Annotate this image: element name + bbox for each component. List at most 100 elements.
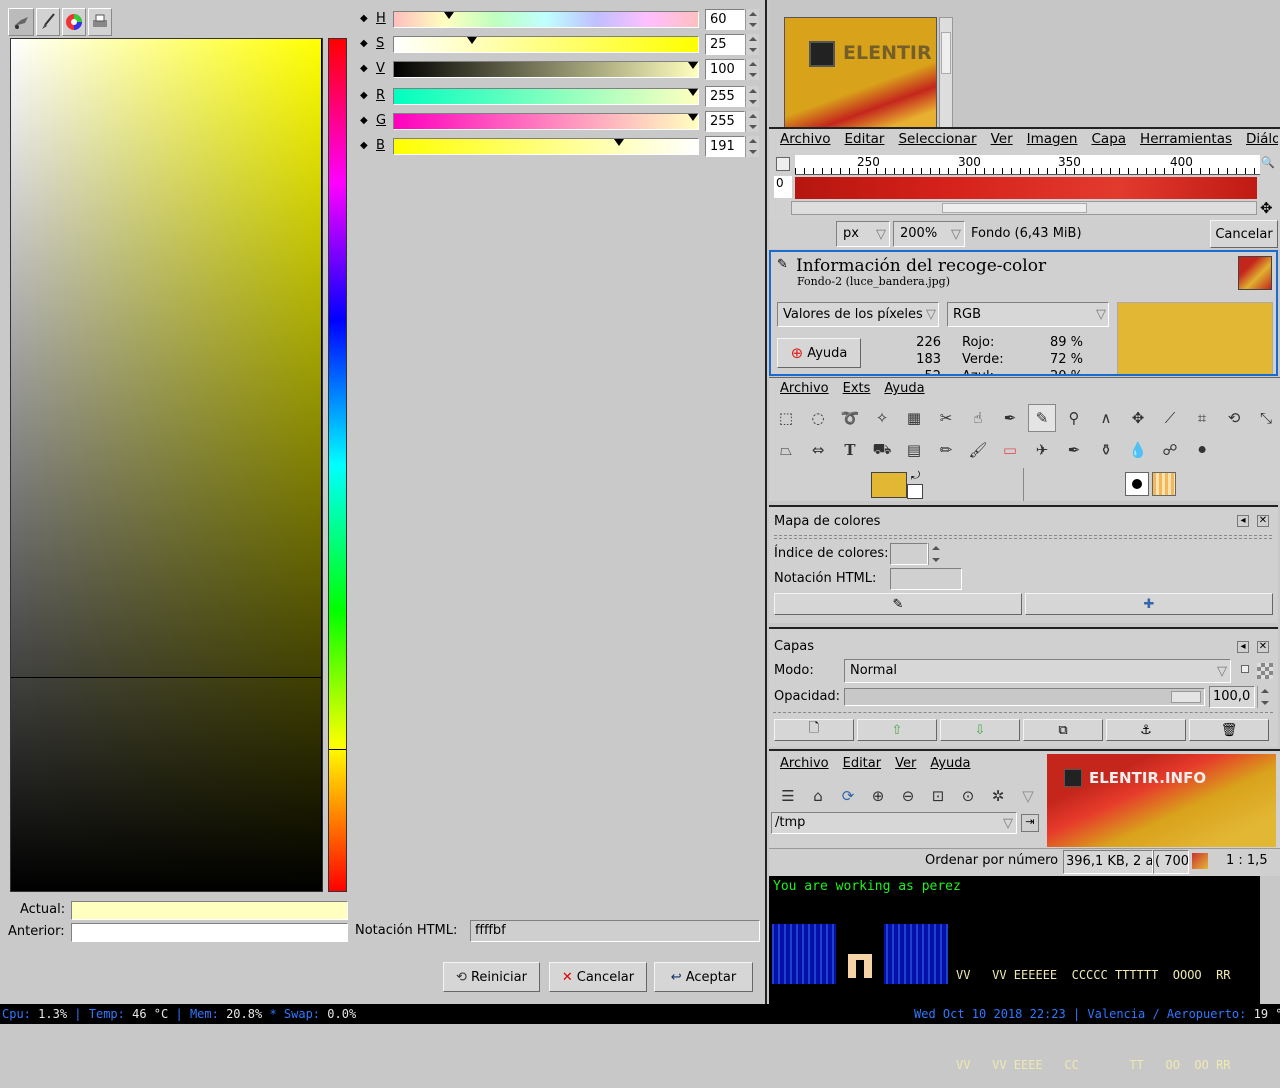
- slider-spin-b[interactable]: [745, 136, 759, 157]
- dodge-burn-icon[interactable]: ⚫: [1188, 436, 1216, 464]
- rect-select-icon[interactable]: ⬚: [772, 404, 800, 432]
- menu-imagen[interactable]: Imagen: [1027, 131, 1078, 147]
- magnify-icon[interactable]: ⚲: [1060, 404, 1088, 432]
- panel-menu-icon[interactable]: ◂: [1237, 515, 1249, 527]
- image-canvas[interactable]: [795, 177, 1257, 199]
- move-icon[interactable]: ✥: [1124, 404, 1152, 432]
- slider-track-b[interactable]: [393, 138, 699, 155]
- new-layer-button[interactable]: 🗋: [774, 719, 854, 741]
- image-thumbnail[interactable]: ELENTIR: [784, 17, 937, 128]
- zoom-in-icon[interactable]: ⊕: [864, 782, 892, 810]
- gradient-icon[interactable]: ▤: [900, 436, 928, 464]
- terminal-scrollbar[interactable]: [1260, 876, 1280, 1004]
- airbrush-icon[interactable]: ✈: [1028, 436, 1056, 464]
- text-icon[interactable]: T: [836, 436, 864, 464]
- slider-spin-g[interactable]: [745, 111, 759, 132]
- layers-mode-select[interactable]: Normal ▽: [844, 659, 1231, 683]
- lasso-icon[interactable]: ➰: [836, 404, 864, 432]
- thumbnail-scrollbar[interactable]: [939, 17, 953, 128]
- slider-track-h[interactable]: [393, 11, 699, 28]
- dropdown-icon[interactable]: ▽: [1014, 782, 1042, 810]
- colormap-index-input[interactable]: [890, 543, 928, 565]
- anterior-swatch[interactable]: [71, 923, 348, 942]
- color-wheel-icon[interactable]: [62, 8, 86, 36]
- browser-path-input[interactable]: /tmp ▽: [771, 812, 1017, 834]
- pattern-preview[interactable]: [1152, 472, 1176, 496]
- sv-square[interactable]: [10, 38, 323, 892]
- colormap-html-input[interactable]: [890, 568, 962, 590]
- image-cancel-button[interactable]: Cancelar: [1210, 220, 1278, 248]
- alpha-lock-icon[interactable]: [1257, 663, 1273, 679]
- slider-value-r[interactable]: 255: [705, 86, 745, 107]
- browser-menu-archivo[interactable]: Archivo: [780, 756, 829, 771]
- layers-opacity-spin[interactable]: [1257, 686, 1271, 708]
- toolbox-menu-archivo[interactable]: Archivo: [780, 381, 829, 396]
- layers-opacity-value[interactable]: 100,0: [1209, 686, 1255, 708]
- toolbox-menu-exts[interactable]: Exts: [843, 381, 871, 396]
- paint-icon[interactable]: [8, 8, 34, 36]
- scale-icon[interactable]: ⤡: [1252, 404, 1280, 432]
- align-icon[interactable]: ⟋: [1156, 404, 1184, 432]
- brush-icon[interactable]: [36, 8, 60, 36]
- slider-track-r[interactable]: [393, 88, 699, 105]
- bg-color-swatch[interactable]: [907, 484, 923, 499]
- duplicate-layer-button[interactable]: ⧉: [1023, 719, 1103, 741]
- slider-value-h[interactable]: 60: [705, 9, 745, 30]
- tree-icon[interactable]: ☰: [774, 782, 802, 810]
- paths-icon[interactable]: ✒: [996, 404, 1024, 432]
- zoom-fit-icon[interactable]: ⊡: [924, 782, 952, 810]
- slider-track-s[interactable]: [393, 36, 699, 53]
- smudge-icon[interactable]: ☍: [1156, 436, 1184, 464]
- bucket-fill-icon[interactable]: ⛟: [868, 436, 896, 464]
- swap-colors-icon[interactable]: ⤾: [911, 469, 920, 483]
- reset-button[interactable]: ⟲ Reiniciar: [443, 962, 540, 992]
- zoom-out-icon[interactable]: ⊖: [894, 782, 922, 810]
- browser-menu-ayuda[interactable]: Ayuda: [930, 756, 970, 771]
- ellipse-select-icon[interactable]: ◌: [804, 404, 832, 432]
- ink-icon[interactable]: ✒: [1060, 436, 1088, 464]
- tools-icon[interactable]: ✲: [984, 782, 1012, 810]
- slider-spin-h[interactable]: [745, 9, 759, 30]
- panel-menu-icon[interactable]: ◂: [1237, 641, 1249, 653]
- hscrollbar[interactable]: [791, 201, 1257, 215]
- scissors-icon[interactable]: ✂: [932, 404, 960, 432]
- slider-value-s[interactable]: 25: [705, 34, 745, 55]
- fuzzy-select-icon[interactable]: ✧: [868, 404, 896, 432]
- delete-layer-button[interactable]: 🗑: [1189, 719, 1269, 741]
- panel-close-icon[interactable]: ✕: [1257, 641, 1269, 653]
- picker-mode1-select[interactable]: Valores de los píxeles ▽: [777, 302, 939, 327]
- eraser-icon[interactable]: ▭: [996, 436, 1024, 464]
- colormap-index-spin[interactable]: [928, 543, 942, 565]
- colormap-add-button[interactable]: ✚: [1025, 593, 1273, 615]
- flip-icon[interactable]: ⇔: [804, 436, 832, 464]
- home-icon[interactable]: ⌂: [804, 782, 832, 810]
- navigate-icon[interactable]: ✥: [1260, 199, 1273, 217]
- menu-ver[interactable]: Ver: [991, 131, 1013, 147]
- slider-spin-r[interactable]: [745, 86, 759, 107]
- sort-label[interactable]: Ordenar por número: [925, 853, 1058, 868]
- pencil-icon[interactable]: ✏: [932, 436, 960, 464]
- raise-layer-button[interactable]: ⇧: [857, 719, 937, 741]
- lower-layer-button[interactable]: ⇩: [940, 719, 1020, 741]
- ruler-corner[interactable]: [776, 157, 790, 171]
- anchor-layer-button[interactable]: ⚓: [1106, 719, 1186, 741]
- slider-value-v[interactable]: 100: [705, 59, 745, 80]
- menu-archivo[interactable]: Archivo: [780, 131, 830, 147]
- menu-dialogos[interactable]: Diálog: [1246, 131, 1278, 147]
- toolbox-menu-ayuda[interactable]: Ayuda: [884, 381, 924, 396]
- zoom-100-icon[interactable]: ⊙: [954, 782, 982, 810]
- slider-spin-s[interactable]: [745, 34, 759, 55]
- color-picker-tool-icon[interactable]: ✎: [1028, 404, 1056, 432]
- rotate-icon[interactable]: ⟲: [1220, 404, 1248, 432]
- menu-seleccionar[interactable]: Seleccionar: [898, 131, 976, 147]
- clone-icon[interactable]: ⚱: [1092, 436, 1120, 464]
- browser-menu-editar[interactable]: Editar: [843, 756, 882, 771]
- slider-value-g[interactable]: 255: [705, 111, 745, 132]
- refresh-icon[interactable]: ⟳: [834, 782, 862, 810]
- zoom-select[interactable]: 200% ▽: [893, 221, 965, 247]
- path-go-icon[interactable]: ⇥: [1021, 814, 1039, 832]
- hue-strip[interactable]: [328, 38, 347, 892]
- foreground-select-icon[interactable]: ☝: [964, 404, 992, 432]
- fg-color-swatch[interactable]: [871, 472, 907, 498]
- slider-track-v[interactable]: [393, 61, 699, 78]
